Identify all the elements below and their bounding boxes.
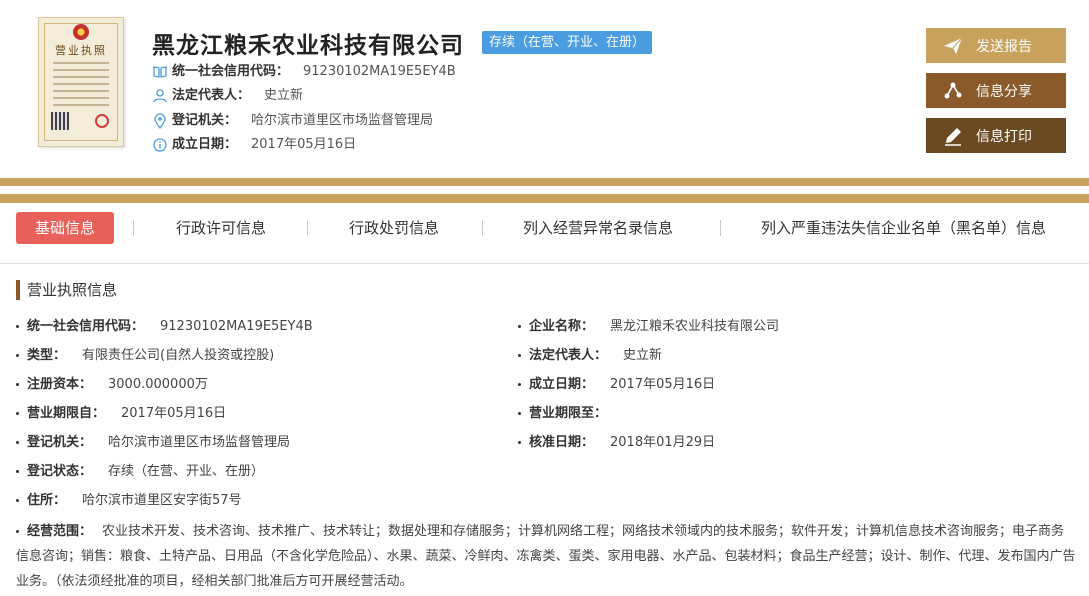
field-business-scope: 经营范围： 农业技术开发、技术咨询、技术推广、技术转让；数据处理和存储服务；计算机… — [16, 524, 1076, 589]
company-header: 营业执照 黑龙江粮禾农业科技有限公司 存续（在营、开业、在册） 统一社会信用代码… — [0, 0, 1089, 178]
tab-admin-license[interactable]: 行政许可信息 — [176, 212, 266, 244]
bullet-icon — [16, 499, 19, 502]
bullet-icon — [16, 441, 19, 444]
bullet-icon — [16, 325, 19, 328]
credit-code-value: 91230102MA19E5EY4B — [303, 64, 456, 79]
field-term-from: 营业期限自： 2017年05月16日 — [16, 404, 226, 424]
field-found-date: 成立日期： 2017年05月16日 — [518, 375, 715, 395]
tab-separator — [133, 220, 134, 236]
field-credit-code: 统一社会信用代码： 91230102MA19E5EY4B — [16, 317, 313, 337]
bullet-icon — [16, 530, 19, 533]
field-address: 住所： 哈尔滨市道里区安字街57号 — [16, 491, 242, 511]
tab-separator — [307, 220, 308, 236]
section-divider — [0, 263, 1089, 264]
official-seal-icon — [95, 114, 109, 128]
field-legal-rep: 法定代表人： 史立新 — [518, 346, 662, 366]
company-name-title: 黑龙江粮禾农业科技有限公司 — [152, 33, 464, 59]
bullet-icon — [518, 441, 521, 444]
field-approve-date: 核准日期： 2018年01月29日 — [518, 433, 715, 453]
bullet-icon — [16, 412, 19, 415]
found-date-label: 成立日期： — [172, 137, 238, 152]
field-capital: 注册资本： 3000.000000万 — [16, 375, 208, 395]
send-report-button[interactable]: 发送报告 — [926, 28, 1066, 63]
found-date-value: 2017年05月16日 — [251, 137, 357, 152]
tab-abnormal-list[interactable]: 列入经营异常名录信息 — [523, 212, 673, 244]
header-credit-code: 统一社会信用代码： 91230102MA19E5EY4B — [152, 62, 456, 82]
field-authority: 登记机关： 哈尔滨市道里区市场监督管理局 — [16, 433, 290, 453]
field-reg-status: 登记状态： 存续（在营、开业、在册） — [16, 462, 264, 482]
legal-rep-value: 史立新 — [264, 88, 304, 103]
tab-admin-penalty[interactable]: 行政处罚信息 — [349, 212, 439, 244]
national-emblem-icon — [73, 24, 89, 40]
field-company-name: 企业名称： 黑龙江粮禾农业科技有限公司 — [518, 317, 779, 337]
person-icon — [153, 89, 167, 103]
tab-separator — [482, 220, 483, 236]
bullet-icon — [16, 470, 19, 473]
book-icon — [153, 66, 167, 78]
header-found-date: 成立日期： 2017年05月16日 — [152, 135, 356, 155]
bullet-icon — [518, 412, 521, 415]
business-scope-value: 农业技术开发、技术咨询、技术推广、技术转让；数据处理和存储服务；计算机网络工程；… — [16, 524, 1076, 589]
bullet-icon — [16, 354, 19, 357]
tab-basic-info[interactable]: 基础信息 — [16, 212, 114, 244]
license-title: 营业执照 — [55, 44, 107, 57]
info-icon — [153, 138, 167, 152]
tab-separator — [720, 220, 721, 236]
share-info-button[interactable]: 信息分享 — [926, 73, 1066, 108]
section-title: 营业执照信息 — [16, 280, 117, 300]
bullet-icon — [518, 383, 521, 386]
gold-divider-bottom — [0, 194, 1089, 203]
location-pin-icon — [154, 113, 166, 129]
field-type: 类型： 有限责任公司(自然人投资或控股) — [16, 346, 274, 366]
credit-code-label: 统一社会信用代码： — [172, 64, 290, 79]
business-license-thumbnail[interactable]: 营业执照 — [38, 17, 124, 147]
gold-divider-top — [0, 178, 1089, 186]
paper-plane-icon — [944, 37, 963, 54]
pencil-icon — [945, 127, 961, 146]
bullet-icon — [518, 354, 521, 357]
authority-label: 登记机关： — [172, 113, 238, 128]
legal-rep-label: 法定代表人： — [172, 88, 251, 103]
bullet-icon — [16, 383, 19, 386]
print-info-label: 信息打印 — [976, 128, 1032, 145]
share-info-label: 信息分享 — [976, 83, 1032, 100]
info-tabs: 基础信息 行政许可信息 行政处罚信息 列入经营异常名录信息 列入严重违法失信企业… — [0, 212, 1089, 246]
bullet-icon — [518, 325, 521, 328]
field-term-to: 营业期限至： — [518, 404, 623, 424]
print-info-button[interactable]: 信息打印 — [926, 118, 1066, 153]
tab-blacklist[interactable]: 列入严重违法失信企业名单（黑名单）信息 — [761, 212, 1046, 244]
share-icon — [944, 82, 962, 98]
send-report-label: 发送报告 — [976, 38, 1032, 55]
header-authority: 登记机关： 哈尔滨市道里区市场监督管理局 — [152, 111, 433, 131]
authority-value: 哈尔滨市道里区市场监督管理局 — [251, 113, 434, 128]
qr-code-icon — [51, 112, 69, 130]
license-text-lines — [53, 62, 109, 111]
status-badge: 存续（在营、开业、在册） — [482, 31, 653, 54]
header-legal-rep: 法定代表人： 史立新 — [152, 86, 303, 106]
